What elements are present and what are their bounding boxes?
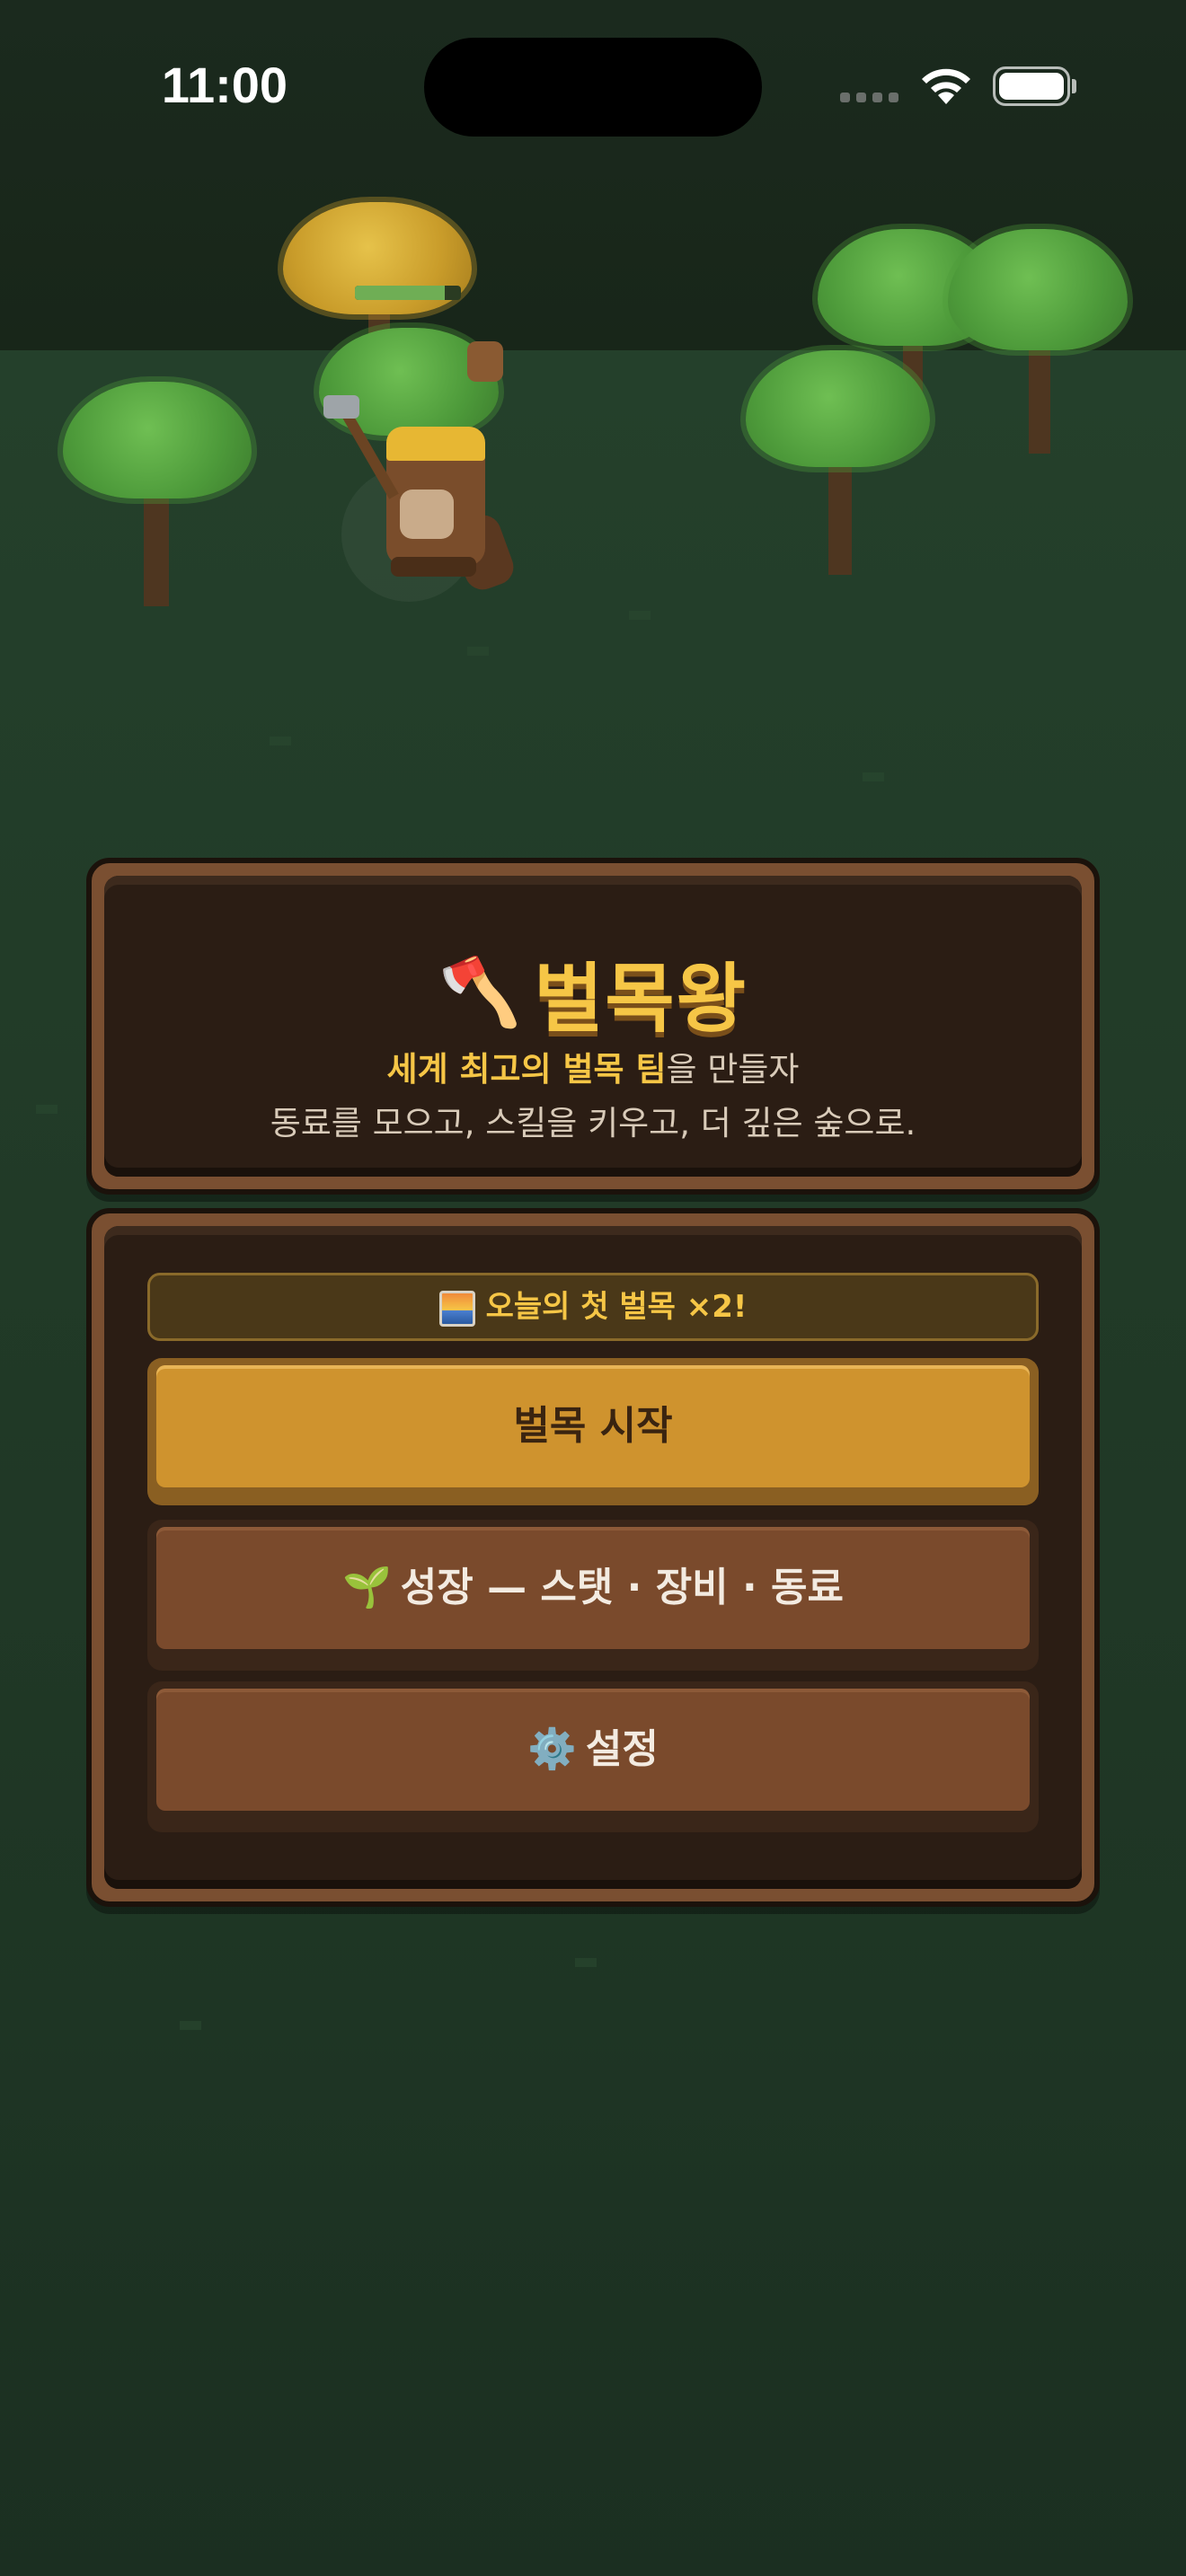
battery-icon — [993, 66, 1070, 106]
status-bar: 11:00 — [0, 0, 1186, 171]
sunrise-icon — [438, 1290, 475, 1327]
tagline-highlight: 세계 최고의 벌목 팀 — [386, 1050, 667, 1089]
hardhat — [386, 427, 485, 461]
beaver-feet — [391, 557, 476, 577]
sprout-icon: 🌱 — [342, 1565, 392, 1610]
wifi-icon — [922, 68, 970, 104]
growth-button[interactable]: 🌱 성장 — 스탯 · 장비 · 동료 — [147, 1520, 1039, 1671]
tagline: 세계 최고의 벌목 팀을 만들자 — [104, 1042, 1082, 1090]
game-title: 벌목왕 — [534, 955, 748, 1043]
settings-button[interactable]: ⚙️ 설정 — [147, 1681, 1039, 1832]
start-button-label: 벌목 시작 — [156, 1365, 1030, 1487]
grass-tuft — [863, 772, 884, 781]
start-chopping-button[interactable]: 벌목 시작 — [147, 1358, 1039, 1505]
beaver-ear — [467, 341, 503, 382]
title-row: 🪓 벌목왕 — [104, 939, 1082, 1047]
tagline-secondary: 동료를 모으고, 스킬을 키우고, 더 깊은 숲으로. — [270, 1104, 916, 1142]
beaver-lumberjack — [323, 332, 530, 602]
grass-tuft — [180, 2021, 201, 2030]
grass-tuft — [36, 1105, 58, 1114]
axe-title-icon: 🪓 — [438, 954, 522, 1031]
grass-tuft — [575, 1958, 597, 1967]
gear-icon: ⚙️ — [527, 1726, 577, 1772]
battery-tip — [1072, 79, 1076, 93]
main-menu-panel: 오늘의 첫 벌목 ×2! 벌목 시작 🌱 성장 — 스탯 · 장비 · 동료 ⚙️… — [86, 1208, 1100, 1907]
grass-tuft — [270, 737, 291, 745]
beaver-belly — [400, 490, 454, 539]
tree-hp-fill — [355, 286, 446, 300]
daily-bonus-banner: 오늘의 첫 벌목 ×2! — [147, 1273, 1039, 1341]
axe-icon — [323, 395, 359, 419]
title-panel: 🪓 벌목왕 세계 최고의 벌목 팀을 만들자 동료를 모으고, 스킬을 키우고, … — [86, 858, 1100, 1195]
cellular-signal-icon — [840, 93, 903, 105]
dynamic-island — [424, 38, 762, 137]
settings-button-face: ⚙️ 설정 — [156, 1689, 1030, 1811]
growth-button-label: 성장 — 스탯 · 장비 · 동료 — [400, 1565, 844, 1610]
tagline-rest: 을 만들자 — [666, 1050, 800, 1089]
growth-button-face: 🌱 성장 — 스탯 · 장비 · 동료 — [156, 1527, 1030, 1649]
tree-canopy — [63, 382, 252, 498]
grass-tuft — [467, 647, 489, 656]
tree-hp-bar — [355, 286, 461, 300]
clock: 11:00 — [161, 57, 288, 113]
tree-canopy — [948, 229, 1128, 350]
tree-canopy — [746, 350, 930, 467]
settings-button-label: 설정 — [585, 1726, 659, 1772]
menu-panel-inner: 오늘의 첫 벌목 ×2! 벌목 시작 🌱 성장 — 스탯 · 장비 · 동료 ⚙️… — [104, 1226, 1082, 1889]
daily-bonus-text: 오늘의 첫 벌목 ×2! — [485, 1289, 748, 1325]
grass-tuft — [629, 611, 651, 620]
title-panel-inner: 🪓 벌목왕 세계 최고의 벌목 팀을 만들자 동료를 모으고, 스킬을 키우고, … — [104, 876, 1082, 1177]
